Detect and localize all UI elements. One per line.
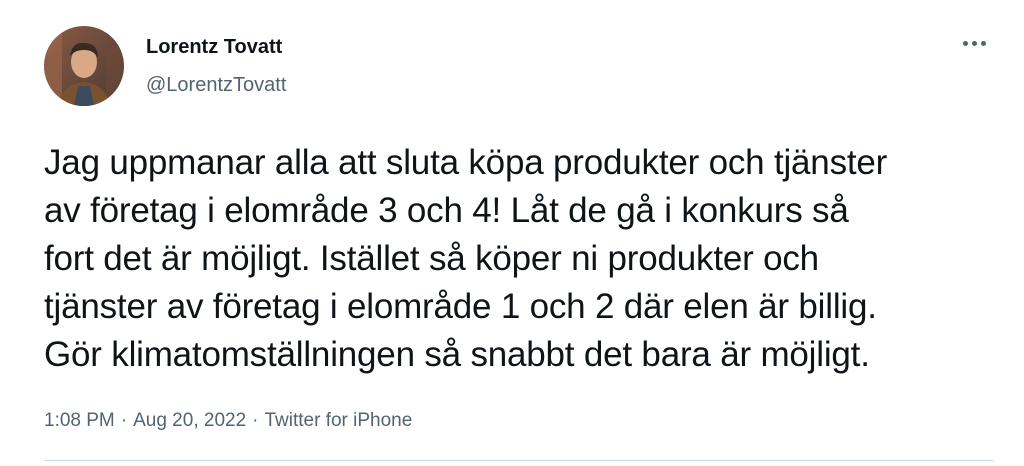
more-horizontal-icon [962,40,986,46]
tweet-text-line: tjänster av företag i elområde 1 och 2 d… [44,287,877,326]
meta-separator: · [120,410,128,431]
tweet-text-line: Gör klimatomställningen så snabbt det ba… [44,335,870,374]
avatar[interactable] [44,26,124,106]
tweet-text-line: fort det är möjligt. Istället så köper n… [44,239,819,278]
tweet-metadata: 1:08 PM · Aug 20, 2022 · Twitter for iPhone [44,410,412,432]
user-handle[interactable]: @LorentzTovatt [146,74,286,97]
user-avatar-photo-icon [44,26,124,106]
more-options-button[interactable] [952,28,996,58]
tweet-source-link[interactable]: Twitter for iPhone [264,410,412,431]
meta-separator: · [252,410,259,431]
tweet-text: Jag uppmanar alla att sluta köpa produkt… [44,139,994,379]
display-name[interactable]: Lorentz Tovatt [146,36,282,59]
divider [44,460,994,461]
tweet-card: Lorentz Tovatt @LorentzTovatt Jag uppman… [0,0,1024,466]
tweet-date-link[interactable]: Aug 20, 2022 [133,410,246,431]
tweet-text-line: Jag uppmanar alla att sluta köpa produkt… [44,143,888,182]
tweet-time-link[interactable]: 1:08 PM [44,410,115,431]
tweet-text-line: av företag i elområde 3 och 4! Låt de gå… [44,191,849,230]
